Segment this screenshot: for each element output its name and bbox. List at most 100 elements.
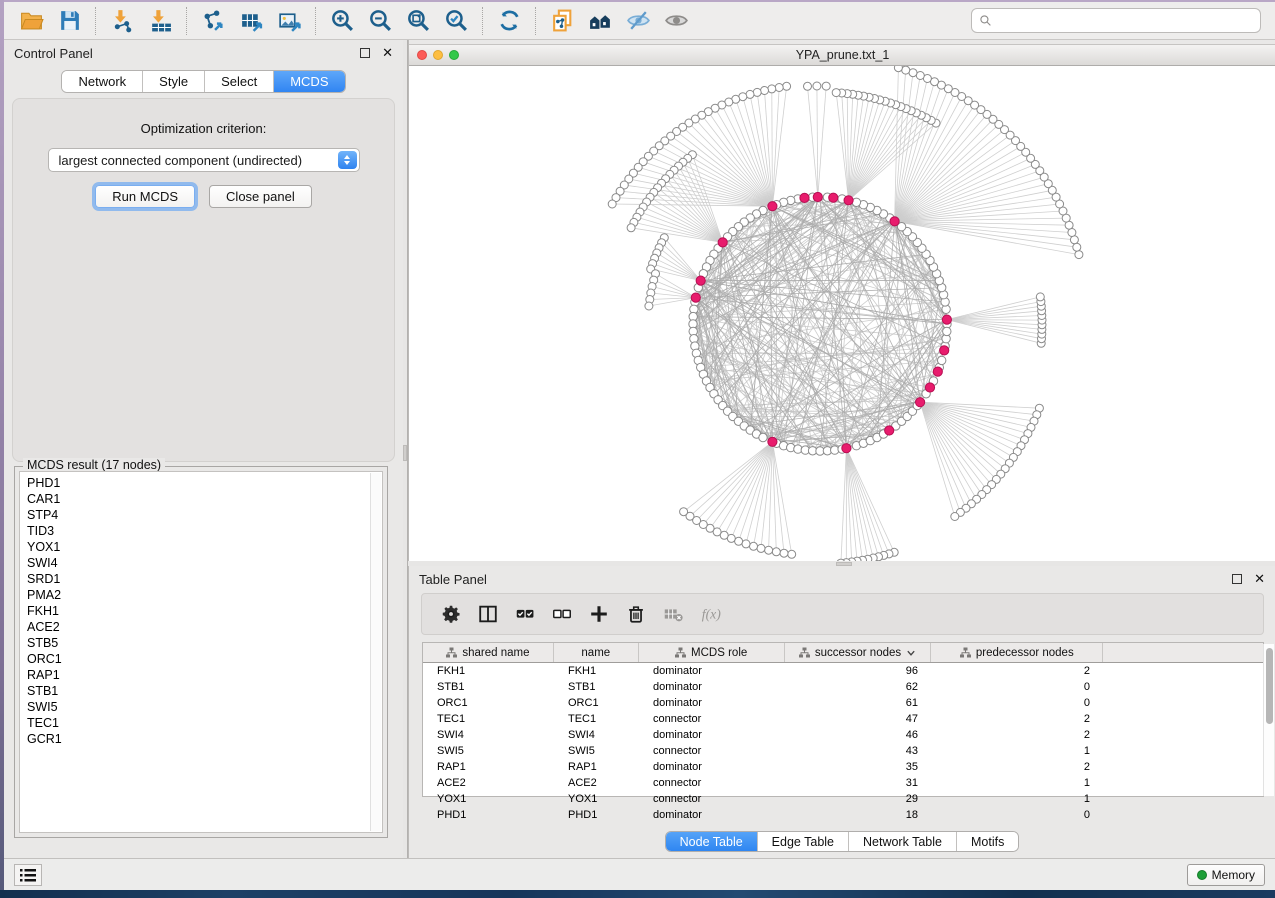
export-image-button[interactable] <box>270 5 308 37</box>
table-cell[interactable]: 62 <box>785 679 932 695</box>
table-cell[interactable]: 18 <box>785 807 932 823</box>
table-row[interactable]: YOX1YOX1connector291 <box>423 791 1263 807</box>
table-cell[interactable]: dominator <box>639 727 785 743</box>
column-header-predecessor-nodes[interactable]: predecessor nodes <box>931 643 1103 662</box>
table-cell[interactable]: dominator <box>639 807 785 823</box>
table-cell[interactable]: 0 <box>932 695 1104 711</box>
tab-mcds[interactable]: MCDS <box>274 71 344 92</box>
run-mcds-button[interactable]: Run MCDS <box>95 185 195 208</box>
memory-button[interactable]: Memory <box>1187 864 1265 886</box>
tab-select[interactable]: Select <box>205 71 274 92</box>
save-session-button[interactable] <box>50 5 88 37</box>
table-cell[interactable]: TEC1 <box>554 711 639 727</box>
table-cell[interactable]: 2 <box>932 759 1104 775</box>
mcds-result-item[interactable]: CAR1 <box>20 491 382 507</box>
mcds-result-item[interactable]: ACE2 <box>20 619 382 635</box>
table-cell[interactable]: dominator <box>639 759 785 775</box>
table-cell[interactable]: 31 <box>785 775 932 791</box>
table-cell[interactable]: 61 <box>785 695 932 711</box>
table-cell[interactable]: connector <box>639 743 785 759</box>
table-cell[interactable]: ORC1 <box>554 695 639 711</box>
tab-motifs[interactable]: Motifs <box>957 832 1018 851</box>
mcds-result-item[interactable]: PMA2 <box>20 587 382 603</box>
table-cell[interactable]: TEC1 <box>423 711 554 727</box>
column-header-shared-name[interactable]: shared name <box>423 643 554 662</box>
table-cell[interactable]: PHD1 <box>554 807 639 823</box>
splitter-grip[interactable] <box>403 445 407 461</box>
mcds-result-item[interactable]: STP4 <box>20 507 382 523</box>
table-row[interactable]: ORC1ORC1dominator610 <box>423 695 1263 711</box>
table-cell[interactable]: connector <box>639 791 785 807</box>
table-cell[interactable]: 29 <box>785 791 932 807</box>
tab-style[interactable]: Style <box>143 71 205 92</box>
tab-edge-table[interactable]: Edge Table <box>758 832 849 851</box>
float-panel-icon[interactable] <box>360 48 370 58</box>
table-cell[interactable]: SWI5 <box>554 743 639 759</box>
table-cell[interactable]: 0 <box>932 807 1104 823</box>
table-cell[interactable]: ACE2 <box>554 775 639 791</box>
table-cell[interactable]: YOX1 <box>423 791 554 807</box>
select-all-columns-button[interactable] <box>506 597 543 631</box>
table-row[interactable]: RAP1RAP1dominator352 <box>423 759 1263 775</box>
zoom-in-button[interactable] <box>323 5 361 37</box>
mcds-result-item[interactable]: TID3 <box>20 523 382 539</box>
search-input[interactable] <box>997 14 1253 28</box>
hide-selection-button[interactable] <box>619 5 657 37</box>
new-network-from-selection-button[interactable] <box>543 5 581 37</box>
mcds-result-item[interactable]: PHD1 <box>20 475 382 491</box>
table-cell[interactable]: connector <box>639 711 785 727</box>
network-window-titlebar[interactable]: YPA_prune.txt_1 <box>409 44 1275 66</box>
mcds-result-item[interactable]: SWI4 <box>20 555 382 571</box>
search-box[interactable] <box>971 8 1261 33</box>
scrollbar-thumb[interactable] <box>1266 648 1273 724</box>
table-cell[interactable]: FKH1 <box>423 663 554 679</box>
table-cell[interactable]: dominator <box>639 695 785 711</box>
network-canvas[interactable] <box>409 66 1275 561</box>
tab-network[interactable]: Network <box>62 71 143 92</box>
apply-layout-button[interactable] <box>490 5 528 37</box>
table-cell[interactable]: STB1 <box>554 679 639 695</box>
close-panel-icon[interactable]: ✕ <box>1254 574 1265 584</box>
delete-column-button[interactable] <box>617 597 654 631</box>
export-table-button[interactable] <box>232 5 270 37</box>
mcds-result-item[interactable]: STB5 <box>20 635 382 651</box>
mcds-result-item[interactable]: FKH1 <box>20 603 382 619</box>
table-row[interactable]: TEC1TEC1connector472 <box>423 711 1263 727</box>
mcds-result-item[interactable]: TEC1 <box>20 715 382 731</box>
table-cell[interactable]: FKH1 <box>554 663 639 679</box>
import-network-button[interactable] <box>103 5 141 37</box>
table-cell[interactable]: PHD1 <box>423 807 554 823</box>
mcds-result-list[interactable]: PHD1CAR1STP4TID3YOX1SWI4SRD1PMA2FKH1ACE2… <box>19 471 383 833</box>
table-cell[interactable]: SWI4 <box>554 727 639 743</box>
table-row[interactable]: SWI5SWI5connector431 <box>423 743 1263 759</box>
column-header-successor-nodes[interactable]: successor nodes <box>785 643 932 662</box>
mcds-list-scrollbar[interactable] <box>370 473 381 831</box>
table-cell[interactable]: YOX1 <box>554 791 639 807</box>
mcds-result-item[interactable]: GCR1 <box>20 731 382 747</box>
column-header-name[interactable]: name <box>554 643 639 662</box>
mcds-result-item[interactable]: STB1 <box>20 683 382 699</box>
show-all-button[interactable] <box>657 5 695 37</box>
table-cell[interactable]: 2 <box>932 727 1104 743</box>
table-cell[interactable]: SWI5 <box>423 743 554 759</box>
table-cell[interactable]: 2 <box>932 711 1104 727</box>
column-panel-button[interactable] <box>469 597 506 631</box>
table-cell[interactable]: RAP1 <box>554 759 639 775</box>
zoom-fit-button[interactable] <box>399 5 437 37</box>
mcds-result-item[interactable]: SWI5 <box>20 699 382 715</box>
optimization-criterion-select[interactable]: largest connected component (undirected) <box>48 148 360 172</box>
table-row[interactable]: ACE2ACE2connector311 <box>423 775 1263 791</box>
table-cell[interactable]: 35 <box>785 759 932 775</box>
table-cell[interactable]: 2 <box>932 663 1104 679</box>
network-graph[interactable] <box>409 66 1275 561</box>
tab-network-table[interactable]: Network Table <box>849 832 957 851</box>
close-panel-button[interactable]: Close panel <box>209 185 312 208</box>
mcds-result-item[interactable]: YOX1 <box>20 539 382 555</box>
zoom-out-button[interactable] <box>361 5 399 37</box>
close-panel-icon[interactable]: ✕ <box>382 48 393 58</box>
column-header-MCDS-role[interactable]: MCDS role <box>639 643 785 662</box>
mcds-result-item[interactable]: RAP1 <box>20 667 382 683</box>
table-cell[interactable]: RAP1 <box>423 759 554 775</box>
table-cell[interactable]: 96 <box>785 663 932 679</box>
panel-menu-button[interactable] <box>14 864 42 886</box>
